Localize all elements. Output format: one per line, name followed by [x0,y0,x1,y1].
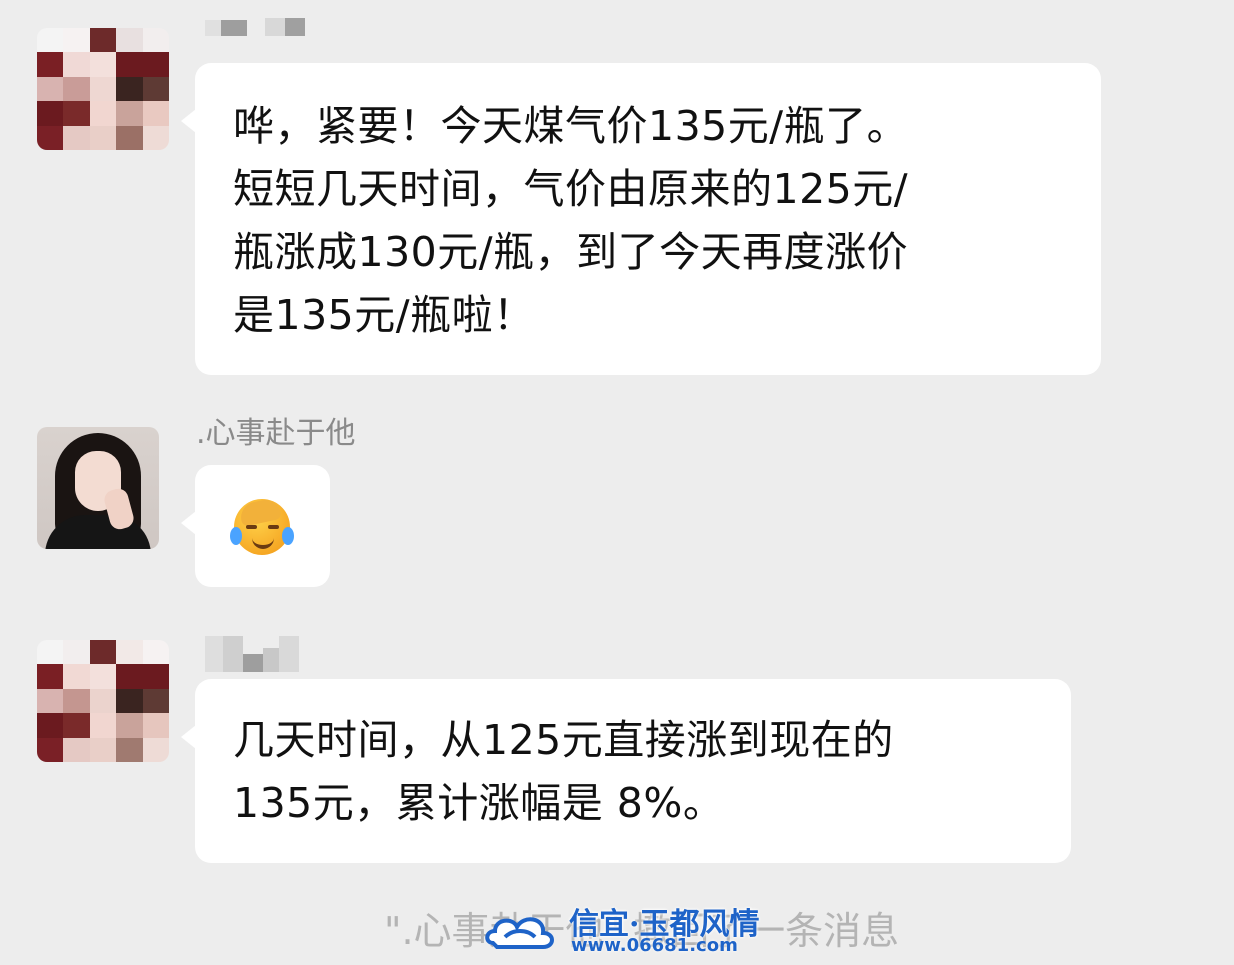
message-bubble-1[interactable]: 哗，紧要！今天煤气价135元/瓶了。 短短几天时间，气价由原来的125元/ 瓶涨… [181,63,1101,375]
watermark-url: www.06681.com [571,935,738,956]
sender-avatar-mosaic[interactable] [37,28,169,150]
sender-avatar-photo[interactable] [37,427,159,549]
sender-name-mosaic [205,18,305,36]
face-palm-crying-emoji-icon [195,465,330,587]
message-bubble-2[interactable] [181,465,330,587]
message-text-1: 哗，紧要！今天煤气价135元/瓶了。 短短几天时间，气价由原来的125元/ 瓶涨… [233,102,909,339]
sender-avatar-mosaic-2[interactable] [37,640,169,762]
message-text-3: 几天时间，从125元直接涨到现在的 135元，累计涨幅是 8%。 [233,716,894,827]
sender-name: .心事赴于他 [196,416,356,451]
message-bubble-3[interactable]: 几天时间，从125元直接涨到现在的 135元，累计涨幅是 8%。 [181,679,1071,863]
sender-name-mosaic-2 [205,636,299,672]
site-watermark: 信宜·玉都风情 www.06681.com [483,895,759,965]
cloud-logo-icon [485,917,554,949]
